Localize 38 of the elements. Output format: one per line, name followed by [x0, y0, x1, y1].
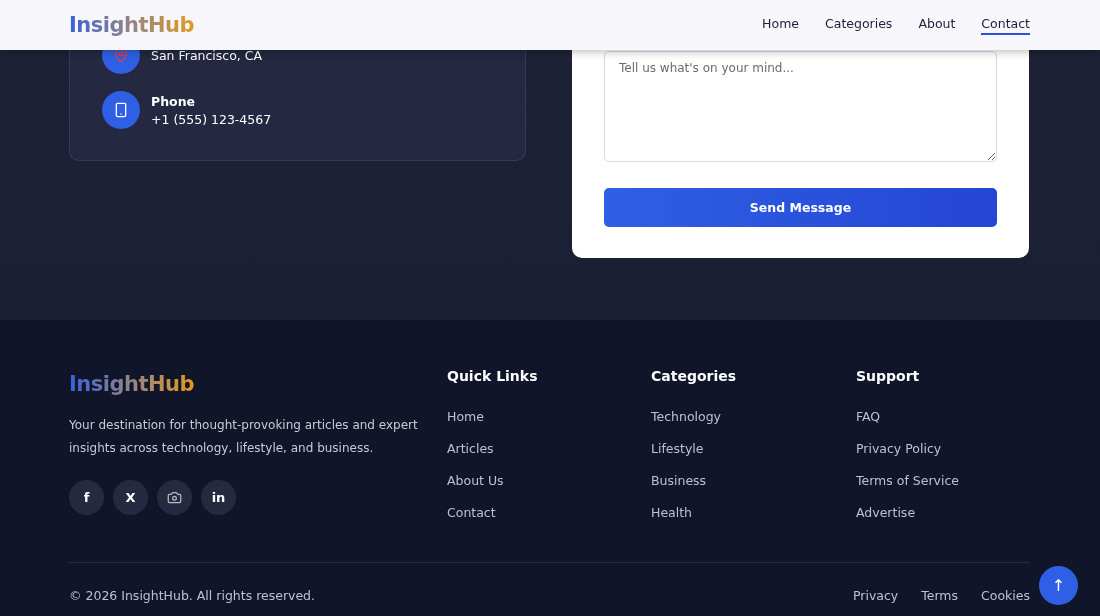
back-to-top-button[interactable]: ↑: [1039, 566, 1078, 605]
camera-icon: [167, 490, 182, 505]
column-heading: Quick Links: [447, 368, 539, 384]
column-heading: Categories: [651, 368, 738, 384]
footer-link[interactable]: Lifestyle: [651, 440, 704, 457]
send-message-button[interactable]: Send Message: [604, 188, 997, 227]
message-field[interactable]: Tell us what's on your mind...: [604, 51, 997, 162]
footer-link[interactable]: Advertise: [856, 504, 916, 521]
copyright-text: © 2026 InsightHub. All rights reserved.: [69, 588, 316, 603]
footer-link[interactable]: Terms of Service: [856, 472, 959, 489]
info-value: +1 (555) 123-4567: [151, 111, 272, 127]
column-heading: Support: [856, 368, 921, 384]
nav-link[interactable]: About: [918, 15, 956, 35]
social-link[interactable]: f: [69, 480, 104, 515]
footer-link[interactable]: About Us: [447, 472, 504, 489]
social-link[interactable]: in: [201, 480, 236, 515]
social-link[interactable]: [157, 480, 192, 515]
info-value: San Francisco, CA: [151, 47, 263, 63]
nav-link[interactable]: Contact: [981, 15, 1030, 35]
footer-link[interactable]: Health: [651, 504, 693, 521]
info-label: Phone: [151, 93, 197, 109]
legal-link[interactable]: Privacy: [852, 587, 899, 604]
smartphone-icon: [113, 102, 129, 118]
footer-link[interactable]: FAQ: [856, 408, 881, 425]
legal-link[interactable]: Cookies: [981, 587, 1030, 604]
social-link[interactable]: X: [113, 480, 148, 515]
nav-link[interactable]: Home: [762, 15, 799, 35]
footer-link[interactable]: Privacy Policy: [856, 440, 942, 457]
legal-link[interactable]: Terms: [921, 587, 959, 604]
footer-link[interactable]: Business: [651, 472, 707, 489]
footer-link[interactable]: Contact: [447, 504, 496, 521]
map-pin-icon: [113, 47, 129, 63]
footer-logo[interactable]: InsightHub: [69, 372, 195, 396]
tagline: Your destination for thought-provoking articles and expert insights across technology, lifestyle, and business.: [69, 417, 419, 457]
footer-link[interactable]: Technology: [651, 408, 722, 425]
nav-link[interactable]: Categories: [825, 15, 893, 35]
footer-link[interactable]: Articles: [447, 440, 494, 457]
footer-link[interactable]: Home: [447, 408, 484, 425]
